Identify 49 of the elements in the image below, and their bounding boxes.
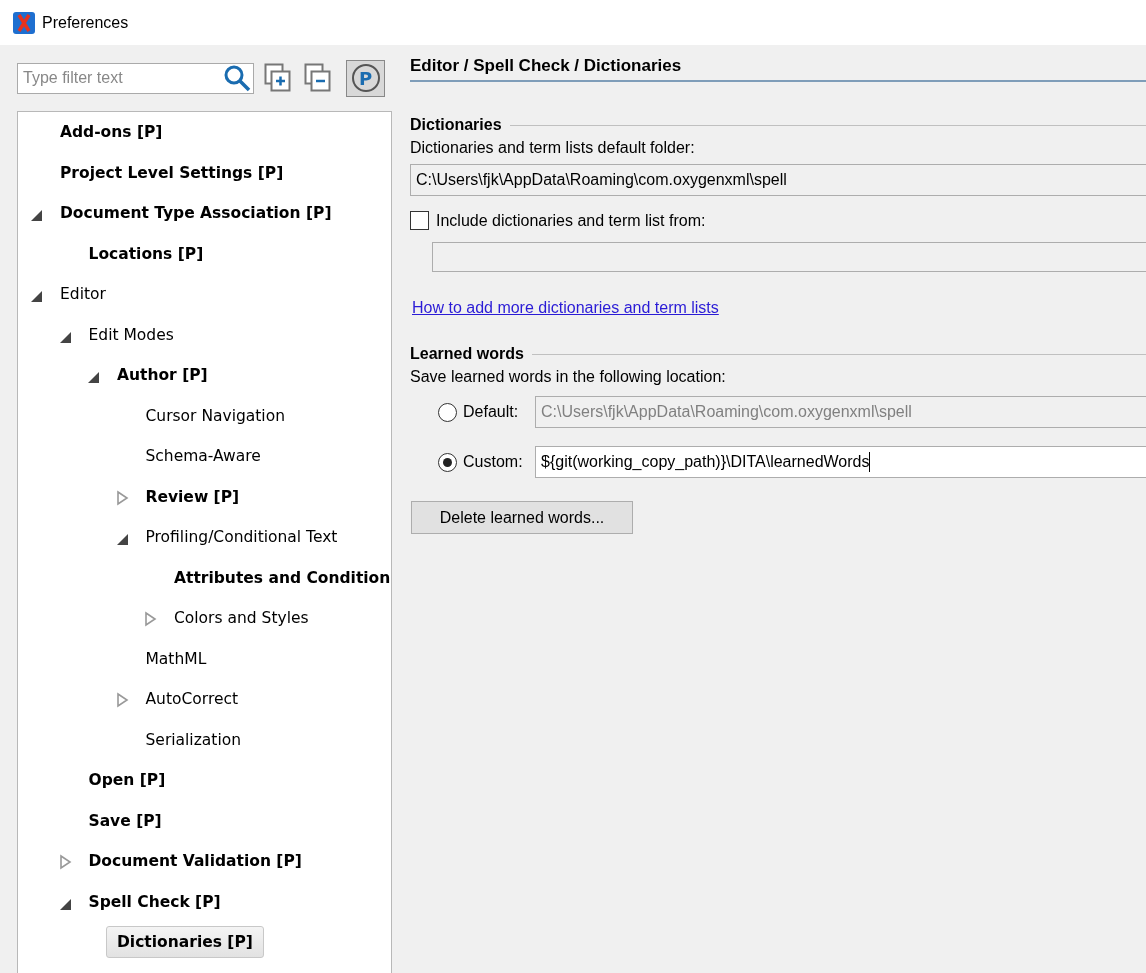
- tree-item[interactable]: Profiling/Conditional Text: [134, 521, 349, 554]
- expand-triangle-icon[interactable]: [115, 692, 130, 708]
- help-link[interactable]: How to add more dictionaries and term lists: [412, 299, 719, 317]
- delete-learned-words-button[interactable]: Delete learned words...: [411, 501, 633, 534]
- tree-item[interactable]: Document Type Association [P]: [49, 197, 343, 230]
- radio-label: Default:: [463, 403, 520, 421]
- tree-item[interactable]: Cursor Navigation: [134, 399, 296, 432]
- tree-item[interactable]: AutoCorrect: [134, 683, 250, 716]
- path-field[interactable]: C:\Users\fjk\AppData\Roaming\com.oxygenxml\spell: [535, 396, 1146, 428]
- page-title: Editor / Spell Check / Dictionaries: [410, 56, 1146, 82]
- project-options-toggle[interactable]: P: [346, 59, 385, 97]
- path-field[interactable]: ${git(working_copy_path)}\DITA\learnedWords: [535, 446, 1146, 478]
- tree-item[interactable]: Edit Modes: [77, 318, 185, 351]
- section-heading: Dictionaries: [410, 116, 502, 134]
- filter-field[interactable]: Type filter text: [17, 62, 254, 94]
- tree-item[interactable]: Document Validation [P]: [77, 845, 313, 878]
- expand-triangle-icon[interactable]: [58, 854, 73, 870]
- tree-item[interactable]: MathML: [134, 642, 218, 675]
- tree-item[interactable]: Serialization: [134, 723, 252, 756]
- app-logo-icon: [13, 11, 35, 34]
- tree-item[interactable]: Dictionaries [P]: [106, 926, 264, 959]
- expand-triangle-icon[interactable]: [144, 611, 158, 627]
- tree-item[interactable]: Spell Check [P]: [77, 885, 232, 918]
- tree-item[interactable]: Attributes and Condition: [163, 561, 391, 594]
- section-heading: Learned words: [410, 345, 524, 363]
- tree-item[interactable]: Schema-Aware: [134, 440, 272, 473]
- tree-item[interactable]: Open [P]: [77, 764, 177, 797]
- radio-label: Custom:: [463, 453, 524, 471]
- folder-field[interactable]: C:\Users\fjk\AppData\Roaming\com.oxygenxml\spell: [410, 164, 1146, 196]
- expand-all-icon[interactable]: [264, 63, 292, 93]
- include-path-field[interactable]: [432, 242, 1146, 272]
- radio-button[interactable]: [438, 402, 457, 422]
- tree-item[interactable]: Locations [P]: [77, 237, 215, 270]
- collapse-all-icon[interactable]: [304, 63, 332, 93]
- field-label: Dictionaries and term lists default folder:: [410, 139, 696, 157]
- tree-item[interactable]: Colors and Styles: [163, 602, 320, 635]
- tree-item[interactable]: Editor: [49, 278, 117, 311]
- checkbox[interactable]: [410, 211, 429, 230]
- checkbox-label: Include dictionaries and term list from:: [436, 211, 706, 230]
- tree-item[interactable]: Author [P]: [106, 359, 219, 392]
- radio-button[interactable]: [438, 452, 457, 472]
- tree-item[interactable]: Review [P]: [134, 480, 251, 513]
- expand-triangle-icon[interactable]: [115, 489, 130, 506]
- field-label: Save learned words in the following location:: [410, 368, 727, 386]
- window-title: Preferences: [42, 13, 129, 32]
- tree-item[interactable]: Project Level Settings [P]: [49, 156, 295, 189]
- tree-item[interactable]: Save [P]: [77, 804, 173, 837]
- search-icon[interactable]: [223, 63, 251, 92]
- tree-item[interactable]: Add-ons [P]: [49, 116, 174, 149]
